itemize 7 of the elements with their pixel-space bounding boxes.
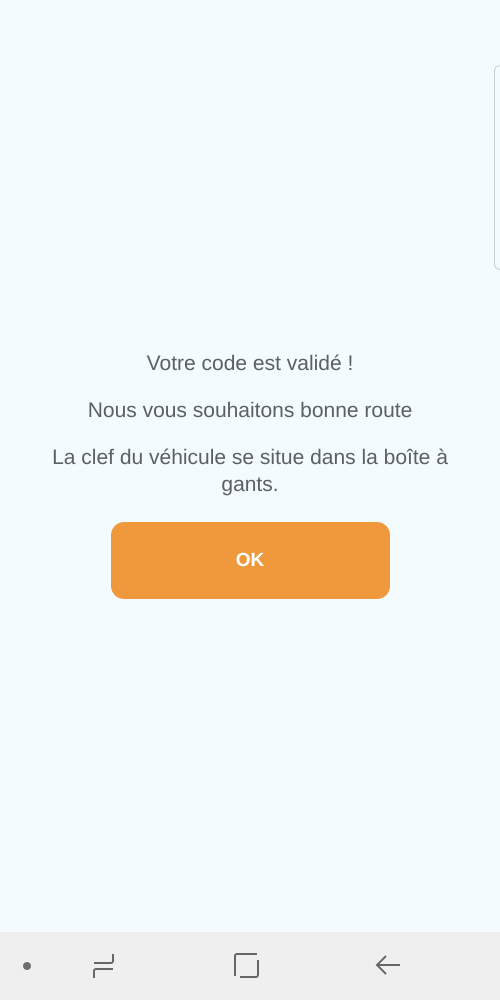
message-text: Votre code est validé ! <box>146 351 354 377</box>
ok-button[interactable]: OK <box>110 522 390 599</box>
message-text: La clef du véhicule se situe dans la boîte à gants. <box>51 445 449 498</box>
home-icon[interactable] <box>234 953 260 979</box>
edge-panel-handle[interactable] <box>494 65 500 270</box>
message-text: Nous vous souhaitons bonne route <box>86 398 414 424</box>
dot-icon[interactable] <box>22 961 32 971</box>
